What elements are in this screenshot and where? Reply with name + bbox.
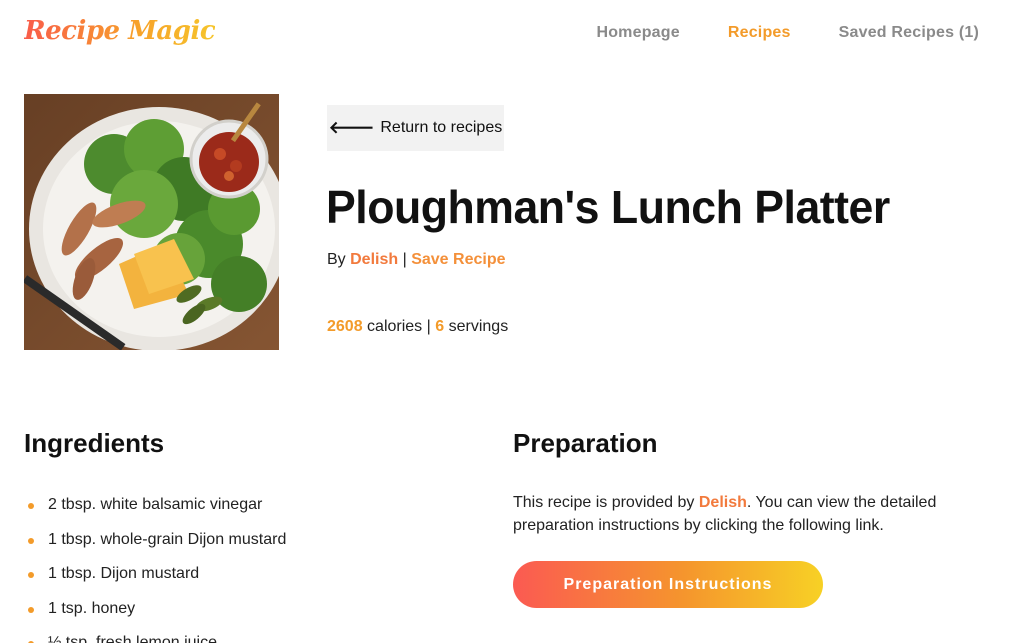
arrow-left-icon: 🡐 [328, 118, 375, 137]
ingredient-text: 1 tbsp. Dijon mustard [48, 565, 200, 582]
return-label: Return to recipes [380, 119, 503, 136]
bullet-icon [28, 572, 34, 578]
servings-label: servings [448, 318, 509, 335]
calories-value: 2608 [327, 318, 363, 335]
preparation-heading: Preparation [513, 428, 658, 458]
source-link[interactable]: Delish [350, 251, 398, 268]
recipe-image [24, 94, 279, 350]
calories-label: calories [367, 318, 423, 335]
ingredient-text: ½ tsp. fresh lemon juice [48, 634, 217, 643]
bullet-icon [28, 606, 34, 613]
bullet-icon [28, 537, 34, 544]
bullet-icon [28, 503, 34, 509]
prep-text-before: This recipe is provided by [513, 494, 699, 511]
ingredient-text: 2 tbsp. white balsamic vinegar [48, 496, 263, 513]
recipe-byline: By Delish | Save Recipe [327, 251, 505, 269]
ingredients-list: 2 tbsp. white balsamic vinegar 1 tbsp. w… [24, 494, 286, 643]
ingredient-item: 1 tbsp. whole-grain Dijon mustard [24, 529, 286, 564]
recipe-title: Ploughman's Lunch Platter [326, 181, 890, 233]
nav-homepage[interactable]: Homepage [596, 24, 679, 42]
ingredient-item: ½ tsp. fresh lemon juice [24, 632, 286, 643]
platter-illustration [24, 94, 279, 350]
by-label: By [327, 251, 346, 268]
save-recipe-link[interactable]: Save Recipe [411, 251, 505, 268]
recipe-stats: 2608 calories | 6 servings [327, 318, 508, 336]
logo[interactable]: Recipe Magic [24, 16, 216, 46]
ingredient-item: 1 tbsp. Dijon mustard [24, 563, 286, 598]
stats-separator: | [426, 318, 431, 335]
main-nav: Homepage Recipes Saved Recipes (1) [596, 24, 979, 42]
ingredient-item: 1 tsp. honey [24, 598, 286, 633]
ingredient-item: 2 tbsp. white balsamic vinegar [24, 494, 286, 529]
ingredient-text: 1 tsp. honey [48, 599, 136, 617]
return-to-recipes-button[interactable]: 🡐 Return to recipes [327, 105, 504, 151]
nav-recipes[interactable]: Recipes [728, 24, 791, 42]
ingredients-heading: Ingredients [24, 428, 165, 458]
ingredient-text: 1 tbsp. whole-grain Dijon mustard [48, 530, 287, 548]
preparation-instructions-button[interactable]: Preparation Instructions [513, 561, 823, 608]
servings-value: 6 [435, 318, 445, 335]
prep-source-link[interactable]: Delish [699, 494, 747, 511]
preparation-text: This recipe is provided by Delish. You c… [513, 491, 983, 537]
nav-saved-recipes[interactable]: Saved Recipes (1) [839, 24, 979, 42]
byline-separator: | [402, 251, 407, 268]
